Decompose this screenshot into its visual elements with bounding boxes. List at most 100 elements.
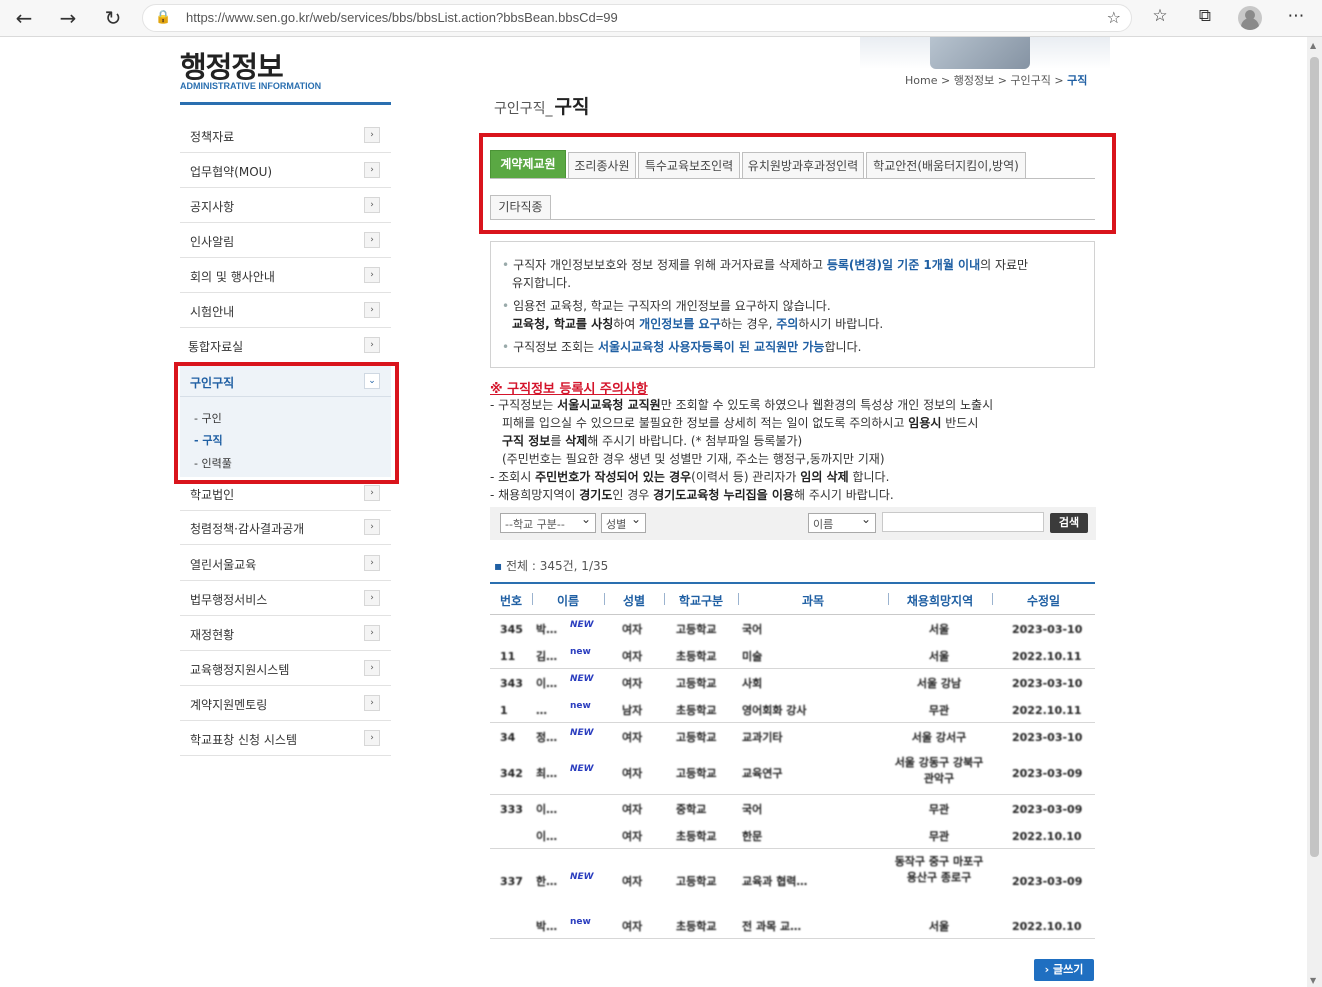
breadcrumb-home[interactable]: Home <box>905 74 937 87</box>
cell-name[interactable]: 최… <box>536 766 564 782</box>
decoration-shape <box>930 37 1030 69</box>
sidebar-item-label: 공지사항 <box>190 200 235 214</box>
total-label: 전체 : <box>505 559 536 573</box>
forward-icon[interactable]: → <box>55 6 81 30</box>
sidebar-item[interactable]: 계약지원멘토링 › <box>180 686 391 721</box>
breadcrumb-level2[interactable]: 구인구직 <box>1010 74 1050 87</box>
cell-name[interactable]: 정… <box>536 730 564 746</box>
search-input[interactable] <box>882 512 1044 532</box>
scroll-down-icon[interactable]: ▼ <box>1310 976 1316 985</box>
table-row[interactable]: 34 정… 여자 고등학교 교과기타 서울 강서구 2023-03-10 NEW <box>490 723 1095 750</box>
new-badge: NEW <box>570 728 594 738</box>
caution-line: 피해를 입으실 수 있으므로 불필요한 정보를 상세히 적는 일이 없도록 주의… <box>502 416 979 430</box>
more-menu-icon[interactable]: ⋯ <box>1283 6 1309 30</box>
cell-date: 2023-03-10 <box>1012 731 1083 744</box>
sidebar-item[interactable]: 정책자료 › <box>180 118 391 153</box>
cell-name[interactable]: 박… <box>536 622 564 638</box>
table-row[interactable]: 1 … 남자 초등학교 영어회화 강사 무관 2022.10.11 new <box>490 696 1095 723</box>
add-favorite-icon[interactable]: ☆ <box>1107 8 1121 27</box>
cell-name[interactable]: … <box>536 703 564 719</box>
write-button[interactable]: › 글쓰기 <box>1034 959 1094 981</box>
sidebar-item[interactable]: 청렴정책·감사결과공개 › <box>180 510 391 545</box>
favorites-icon[interactable]: ☆ <box>1147 6 1173 30</box>
sidebar-item-label: 재정현황 <box>190 628 235 642</box>
page-scrollbar[interactable]: ▲ ▼ <box>1307 37 1322 987</box>
sidebar-item[interactable]: 재정현황 › <box>180 616 391 651</box>
collections-icon[interactable]: ⧉ <box>1192 6 1218 30</box>
cell-date: 2023-03-10 <box>1012 623 1083 636</box>
sidebar-item[interactable]: 열린서울교육 › <box>180 546 391 581</box>
sidebar-item[interactable]: 인사알림 › <box>180 223 391 258</box>
sidebar-item[interactable]: 학교법인 › <box>180 476 391 511</box>
total-value: 345건, 1/35 <box>539 559 609 573</box>
sidebar-item[interactable]: 학교표창 신청 시스템 › <box>180 721 391 756</box>
chevron-right-icon: › <box>364 162 380 178</box>
table-row[interactable]: 345 박… 여자 고등학교 국어 서울 2023-03-10 NEW <box>490 615 1095 642</box>
address-bar[interactable]: 🔒 https://www.sen.go.kr/web/services/bbs… <box>142 4 1132 32</box>
sidebar-item-label: 교육행정지원시스템 <box>190 663 290 677</box>
back-icon[interactable]: ← <box>11 6 37 30</box>
cell-date: 2023-03-09 <box>1012 767 1083 780</box>
profile-avatar[interactable] <box>1238 6 1262 30</box>
reload-icon[interactable]: ↻ <box>100 6 126 30</box>
sidebar-item[interactable]: 통합자료실 › <box>180 328 391 363</box>
chevron-right-icon: › <box>364 695 380 711</box>
cell-school: 초등학교 <box>676 830 717 843</box>
search-bar: --학교 구분-- 성별 이름 검색 <box>490 507 1096 540</box>
chevron-right-icon: › <box>364 197 380 213</box>
url-text[interactable]: https://www.sen.go.kr/web/services/bbs/b… <box>186 10 618 25</box>
section-divider <box>180 102 391 105</box>
cell-school: 고등학교 <box>676 875 717 888</box>
table-row[interactable]: 333 이… 여자 중학교 국어 무관 2023-03-09 <box>490 795 1095 822</box>
cell-name[interactable]: 박… <box>536 919 564 935</box>
cell-no: 345 <box>500 623 523 636</box>
cell-subject: 미술 <box>742 650 763 663</box>
scroll-thumb[interactable] <box>1310 57 1319 857</box>
caution-line: - 채용희망지역이 경기도인 경우 경기도교육청 누리집을 이용해 주시기 바랍… <box>490 488 894 502</box>
cell-name[interactable]: 이… <box>536 676 564 692</box>
cell-name[interactable]: 한… <box>536 874 564 890</box>
search-button[interactable]: 검색 <box>1050 513 1088 533</box>
cell-subject: 교육과 협력… <box>742 875 808 888</box>
cell-school: 고등학교 <box>676 731 717 744</box>
chevron-right-icon: › <box>364 267 380 283</box>
new-badge: NEW <box>570 764 594 774</box>
cell-school: 중학교 <box>676 803 707 816</box>
school-type-select[interactable]: --학교 구분-- <box>500 512 596 533</box>
scroll-up-icon[interactable]: ▲ <box>1310 41 1316 50</box>
column-header-gender: 성별 <box>622 594 646 608</box>
search-field-select[interactable]: 이름 <box>808 512 876 533</box>
breadcrumb-separator: > <box>1054 74 1064 87</box>
sidebar-item[interactable]: 공지사항 › <box>180 188 391 223</box>
cell-name[interactable]: 이… <box>536 829 564 845</box>
sidebar-item[interactable]: 회의 및 행사안내 › <box>180 258 391 293</box>
breadcrumb-level1[interactable]: 행정정보 <box>954 74 994 87</box>
sidebar-item[interactable]: 시험안내 › <box>180 293 391 328</box>
caution-line: - 조회시 주민번호가 작성되어 있는 경우(이력서 등) 관리자가 임의 삭제… <box>490 470 890 484</box>
sidebar-item[interactable]: 교육행정지원시스템 › <box>180 651 391 686</box>
table-row[interactable]: 11 김… 여자 초등학교 미술 서울 2022.10.11 new <box>490 642 1095 669</box>
chevron-right-icon: › <box>364 590 380 606</box>
chevron-right-icon: › <box>364 555 380 571</box>
cell-region: 서울 <box>928 920 950 933</box>
sidebar-item[interactable]: 업무협약(MOU) › <box>180 153 391 188</box>
cell-school: 고등학교 <box>676 767 717 780</box>
cell-subject: 국어 <box>742 803 763 816</box>
lock-icon: 🔒 <box>155 10 172 25</box>
table-row[interactable]: 이… 여자 초등학교 한문 무관 2022.10.10 <box>490 822 1095 849</box>
notice-line-4: • 구직정보 조회는 서울시교육청 사용자등록이 된 교직원만 가능합니다. <box>502 340 862 354</box>
gender-select[interactable]: 성별 <box>601 512 646 533</box>
breadcrumb-separator: > <box>940 74 951 87</box>
sidebar-item-label: 통합자료실 <box>188 340 244 354</box>
table-row[interactable]: 박… 여자 초등학교 전 과목 교… 서울 2022.10.10 new <box>490 912 1095 939</box>
notice-line-1: • 구직자 개인정보보호와 정보 정제를 위해 과거자료를 삭제하고 등록(변경)… <box>502 258 1029 272</box>
chevron-right-icon: › <box>364 660 380 676</box>
table-row[interactable]: 342 최… 여자 고등학교 교육연구 서울 강동구 강북구 관악구 2023-03-09 N… <box>490 750 1095 795</box>
table-row[interactable]: 337 한… 여자 고등학교 교육과 협력… 동작구 중구 마포구 용산구 종로구 2023… <box>490 849 1095 912</box>
table-row[interactable]: 343 이… 여자 고등학교 사회 서울 강남 2023-03-10 NEW <box>490 669 1095 696</box>
section-subtitle: ADMINISTRATIVE INFORMATION <box>180 81 322 91</box>
cell-name[interactable]: 김… <box>536 649 564 665</box>
sidebar-item[interactable]: 법무행정서비스 › <box>180 581 391 616</box>
cell-region: 서울 강서구 <box>911 731 967 744</box>
cell-name[interactable]: 이… <box>536 802 564 818</box>
